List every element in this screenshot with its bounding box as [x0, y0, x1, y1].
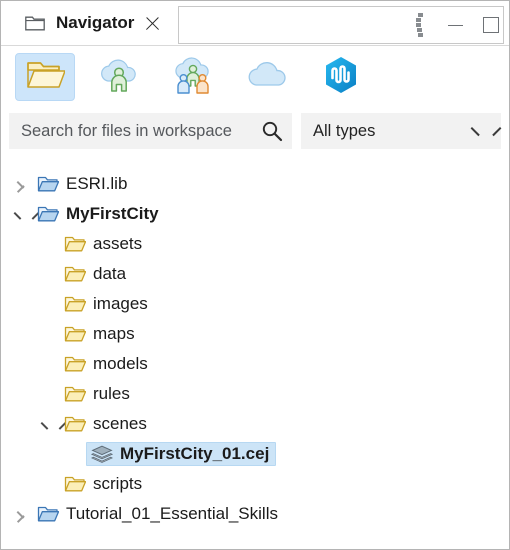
tree-row-content: scripts: [59, 472, 149, 496]
folder-gold-icon: [64, 415, 87, 433]
tree-row-content: ESRI.lib: [32, 172, 134, 196]
tree-row-label: scripts: [93, 474, 143, 493]
tree-row[interactable]: scenes: [2, 409, 508, 439]
search-input[interactable]: [19, 120, 255, 142]
navigator-window: Navigator Search for files in workspace …: [0, 0, 510, 550]
arcgis-hexagon-icon: [323, 55, 359, 100]
tree-row-label: scenes: [93, 414, 147, 433]
tree-row-content: images: [59, 292, 155, 316]
file-type-filter-value: All types: [313, 121, 376, 140]
tree-row-label: maps: [93, 324, 135, 343]
workspace-tree[interactable]: ESRI.lib MyFirstCity assets data images maps m…: [2, 165, 508, 548]
tree-row-label: ESRI.lib: [66, 174, 128, 193]
tree-row[interactable]: Tutorial_01_Essential_Skills: [2, 499, 508, 529]
cloud-group-icon: [170, 56, 216, 99]
folder-icon: [25, 15, 45, 32]
toolbar-button-workspace-folder[interactable]: [15, 53, 75, 101]
cloud-person-icon: [98, 57, 140, 98]
tree-row[interactable]: MyFirstCity_01.cej: [2, 439, 508, 469]
search-field-wrapper[interactable]: [9, 113, 292, 149]
chevron-down-icon: [473, 127, 489, 136]
tree-row[interactable]: data: [2, 259, 508, 289]
folder-gold-icon: [64, 355, 87, 373]
tree-row-content: scenes: [59, 412, 154, 436]
file-type-filter[interactable]: All types: [301, 113, 501, 149]
tab-title: Navigator: [56, 13, 135, 32]
folder-blue-icon: [37, 205, 60, 223]
tree-row[interactable]: ESRI.lib: [2, 169, 508, 199]
tree-row-label: MyFirstCity: [66, 204, 159, 223]
tree-row-label: Tutorial_01_Essential_Skills: [66, 504, 278, 523]
folder-gold-icon: [64, 265, 87, 283]
scene-layers-icon: [90, 445, 114, 463]
view-menu-icon[interactable]: [415, 12, 424, 38]
titlebar: Navigator: [1, 1, 509, 45]
chevron-down-icon[interactable]: [41, 417, 56, 432]
tree-row-label: models: [93, 354, 148, 373]
toolbar-button-arcgis-online[interactable]: [311, 53, 371, 101]
chevron-right-icon[interactable]: [14, 177, 29, 192]
tree-row[interactable]: MyFirstCity: [2, 199, 508, 229]
tree-row-content: models: [59, 352, 155, 376]
chevron-right-icon[interactable]: [14, 507, 29, 522]
chevron-down-icon[interactable]: [14, 207, 29, 222]
tree-row-label: MyFirstCity_01.cej: [120, 444, 270, 463]
close-icon[interactable]: [144, 15, 161, 32]
open-folder-icon: [25, 58, 66, 97]
tree-row[interactable]: scripts: [2, 469, 508, 499]
tree-row[interactable]: images: [2, 289, 508, 319]
tree-row[interactable]: models: [2, 349, 508, 379]
cloud-icon: [245, 60, 289, 95]
toolbar-button-my-content[interactable]: [89, 53, 149, 101]
tree-row-label: data: [93, 264, 127, 283]
folder-blue-icon: [37, 175, 60, 193]
toolbar-button-shared-content[interactable]: [163, 53, 223, 101]
folder-gold-icon: [64, 385, 87, 403]
tree-row[interactable]: rules: [2, 379, 508, 409]
tree-row-content: rules: [59, 382, 137, 406]
folder-gold-icon: [64, 235, 87, 253]
tree-row-label: images: [93, 294, 148, 313]
tree-row[interactable]: maps: [2, 319, 508, 349]
minimize-icon[interactable]: [448, 18, 463, 33]
folder-blue-icon: [37, 505, 60, 523]
maximize-icon[interactable]: [483, 17, 499, 33]
navigator-toolbar: [1, 45, 509, 108]
tree-row-label: assets: [93, 234, 143, 253]
folder-gold-icon: [64, 295, 87, 313]
tree-row-content: assets: [59, 232, 149, 256]
tree-row[interactable]: assets: [2, 229, 508, 259]
folder-gold-icon: [64, 325, 87, 343]
tree-row-label: rules: [93, 384, 130, 403]
window-controls: [415, 6, 499, 44]
folder-gold-icon: [64, 475, 87, 493]
tree-row-content: MyFirstCity: [32, 202, 166, 226]
tree-row-content: Tutorial_01_Essential_Skills: [32, 502, 285, 526]
tab-navigator[interactable]: Navigator: [11, 1, 172, 45]
tree-row-content: data: [59, 262, 133, 286]
search-icon[interactable]: [261, 120, 283, 142]
tree-row-content: maps: [59, 322, 142, 346]
search-row: All types: [9, 113, 501, 149]
toolbar-button-cloud[interactable]: [237, 53, 297, 101]
tree-row-content: MyFirstCity_01.cej: [86, 442, 277, 466]
